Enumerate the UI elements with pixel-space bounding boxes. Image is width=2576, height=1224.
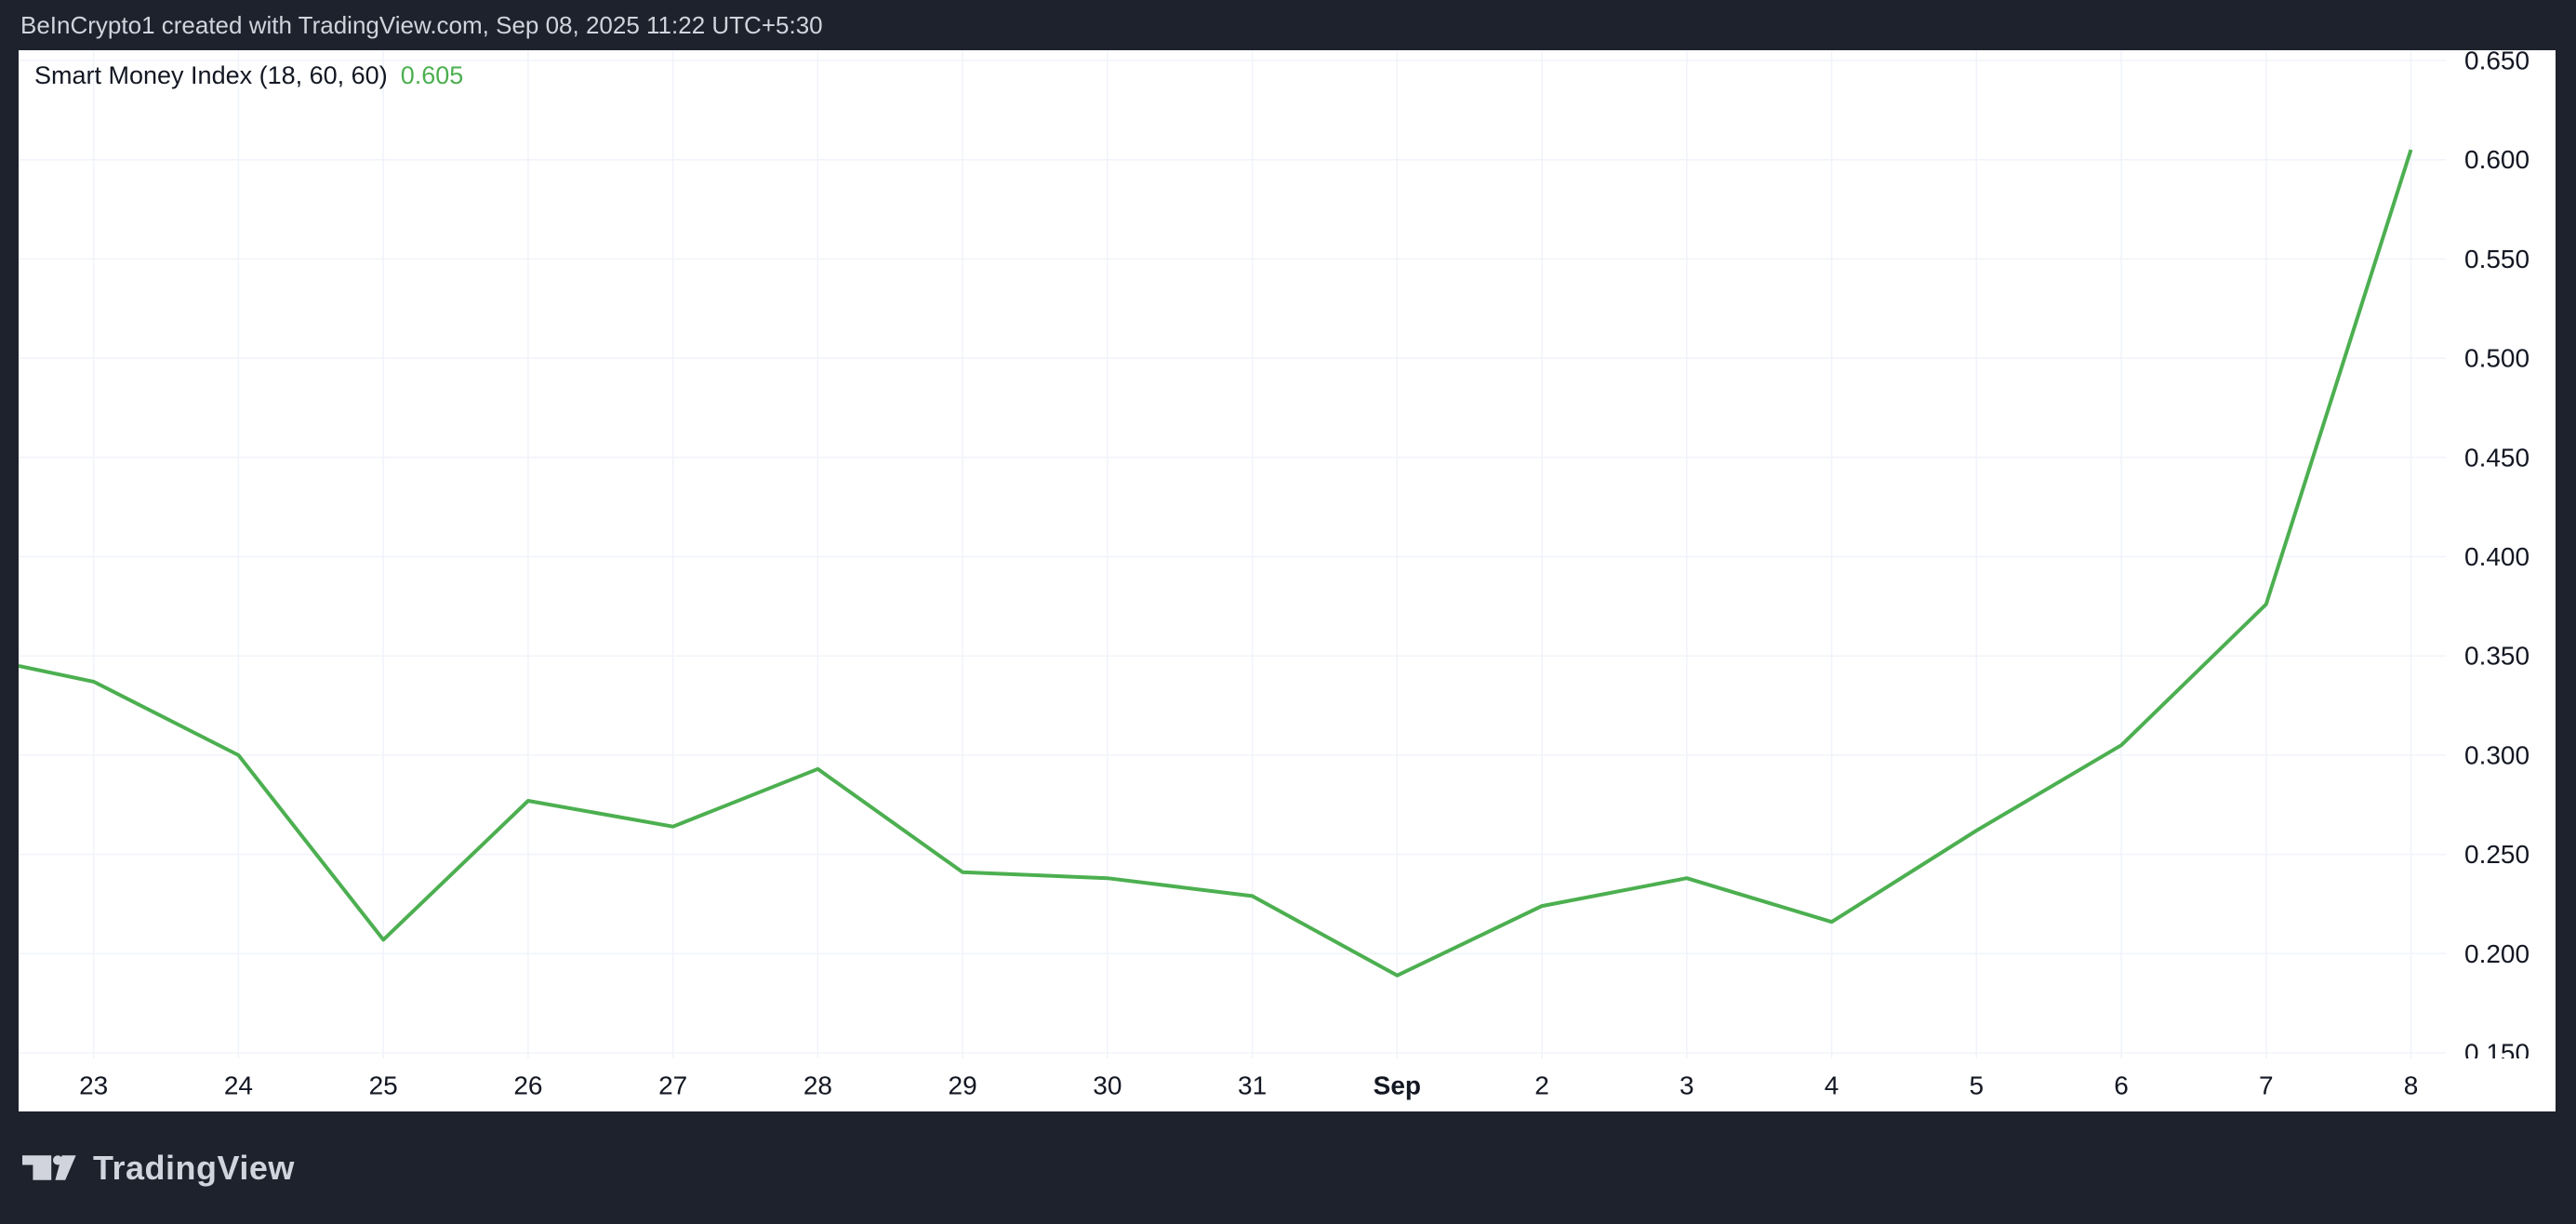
svg-text:0.650: 0.650 <box>2464 50 2530 75</box>
attribution-text: BeInCrypto1 created with TradingView.com… <box>0 11 823 40</box>
grid-vertical <box>94 50 2411 1058</box>
svg-text:0.500: 0.500 <box>2464 344 2530 373</box>
svg-text:29: 29 <box>949 1071 977 1100</box>
svg-text:27: 27 <box>658 1071 687 1100</box>
svg-text:8: 8 <box>2404 1071 2419 1100</box>
svg-text:2: 2 <box>1534 1071 1549 1100</box>
tradingview-logo-icon <box>22 1155 78 1180</box>
svg-text:0.600: 0.600 <box>2464 145 2530 174</box>
svg-text:0.550: 0.550 <box>2464 245 2530 273</box>
indicator-legend: Smart Money Index (18, 60, 60) 0.605 <box>34 61 463 90</box>
svg-text:0.150: 0.150 <box>2464 1039 2530 1068</box>
svg-text:6: 6 <box>2114 1071 2129 1100</box>
svg-text:28: 28 <box>803 1071 832 1100</box>
svg-text:4: 4 <box>1825 1071 1839 1100</box>
svg-text:0.400: 0.400 <box>2464 542 2530 571</box>
smart-money-index-line <box>19 150 2411 976</box>
attribution-bar: BeInCrypto1 created with TradingView.com… <box>0 0 2576 50</box>
indicator-name: Smart Money Index (18, 60, 60) <box>34 61 388 89</box>
tradingview-logo[interactable]: TradingView <box>22 1149 295 1188</box>
svg-text:0.450: 0.450 <box>2464 443 2530 472</box>
svg-text:0.200: 0.200 <box>2464 939 2530 968</box>
svg-text:24: 24 <box>224 1071 253 1100</box>
svg-text:0.250: 0.250 <box>2464 840 2530 869</box>
svg-text:25: 25 <box>369 1071 398 1100</box>
y-axis-labels: 0.650 0.600 0.550 0.500 0.450 0.400 0.350 0.300… <box>2464 50 2530 1068</box>
svg-text:0.300: 0.300 <box>2464 740 2530 769</box>
svg-text:3: 3 <box>1680 1071 1694 1100</box>
chart-panel: Smart Money Index (18, 60, 60) 0.605 0.65… <box>19 50 2556 1111</box>
svg-text:5: 5 <box>1970 1071 1985 1100</box>
footer-bar: TradingView <box>0 1111 2576 1224</box>
svg-text:31: 31 <box>1238 1071 1267 1100</box>
indicator-value: 0.605 <box>401 61 464 89</box>
price-chart: 0.650 0.600 0.550 0.500 0.450 0.400 0.350 0.300… <box>19 50 2556 1111</box>
x-axis-labels: 232425262728293031Sep2345678 <box>79 1071 2418 1100</box>
brand-text: TradingView <box>93 1149 295 1188</box>
svg-text:7: 7 <box>2259 1071 2274 1100</box>
svg-text:30: 30 <box>1093 1071 1122 1100</box>
svg-text:23: 23 <box>79 1071 108 1100</box>
svg-text:0.350: 0.350 <box>2464 642 2530 671</box>
svg-text:Sep: Sep <box>1374 1071 1421 1100</box>
svg-text:26: 26 <box>513 1071 542 1100</box>
